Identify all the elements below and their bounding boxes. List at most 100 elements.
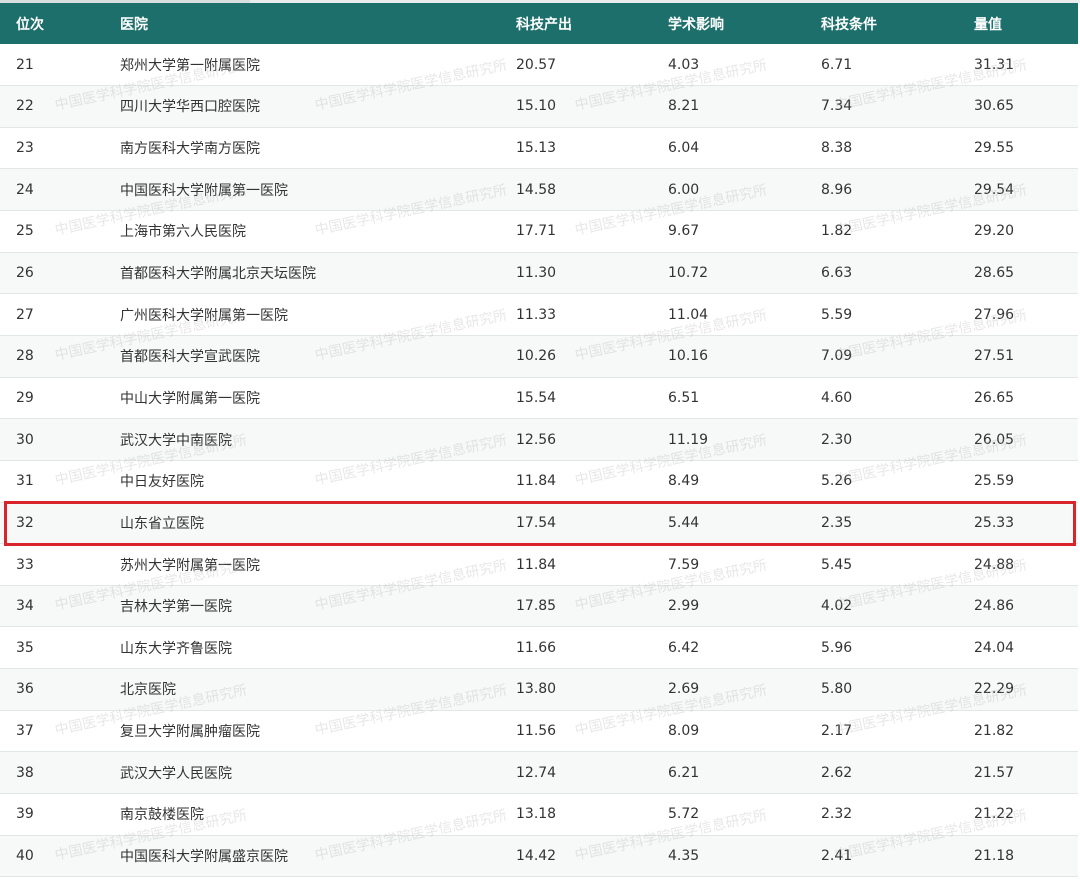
- cell-score: 24.88: [974, 556, 1015, 573]
- cell-score: 21.22: [974, 806, 1015, 823]
- cell-academic-impact: 11.19: [668, 431, 709, 448]
- header-sci-output: 科技产出: [516, 16, 572, 33]
- cell-score: 30.65: [974, 98, 1015, 115]
- table-row: 26 首都医科大学附属北京天坛医院 11.30 10.72 6.63 28.65: [0, 252, 1078, 294]
- table-row: 36 北京医院 13.80 2.69 5.80 22.29: [0, 668, 1078, 711]
- cell-sci-conditions: 2.35: [821, 514, 853, 531]
- cell-hospital: 中山大学附属第一医院: [120, 390, 260, 407]
- table-row: 33 苏州大学附属第一医院 11.84 7.59 5.45 24.88: [0, 544, 1078, 586]
- table-row: 34 吉林大学第一医院 17.85 2.99 4.02 24.86: [0, 585, 1078, 627]
- cell-sci-conditions: 2.30: [821, 431, 853, 448]
- cell-sci-conditions: 5.80: [821, 681, 853, 698]
- cell-hospital: 中日友好医院: [120, 474, 204, 491]
- cell-hospital: 北京医院: [120, 682, 176, 699]
- cell-hospital: 首都医科大学附属北京天坛医院: [120, 266, 316, 283]
- cell-sci-conditions: 4.60: [821, 389, 853, 406]
- cell-score: 24.04: [974, 639, 1015, 656]
- cell-rank: 28: [16, 348, 34, 365]
- cell-sci-output: 14.58: [516, 181, 557, 198]
- cell-sci-conditions: 5.45: [821, 556, 853, 573]
- cell-sci-output: 13.18: [516, 806, 557, 823]
- cell-hospital: 上海市第六人民医院: [120, 224, 246, 241]
- cell-rank: 39: [16, 806, 34, 823]
- cell-score: 24.86: [974, 598, 1015, 615]
- cell-sci-output: 12.56: [516, 431, 557, 448]
- cell-sci-conditions: 7.34: [821, 98, 853, 115]
- cell-score: 27.51: [974, 348, 1015, 365]
- cell-academic-impact: 6.00: [668, 181, 700, 198]
- table-row: 29 中山大学附属第一医院 15.54 6.51 4.60 26.65: [0, 377, 1078, 419]
- cell-score: 21.18: [974, 847, 1015, 864]
- cell-sci-output: 17.71: [516, 223, 557, 240]
- cell-academic-impact: 4.03: [668, 56, 700, 73]
- cell-score: 26.65: [974, 389, 1015, 406]
- cell-academic-impact: 8.09: [668, 723, 700, 740]
- cell-rank: 33: [16, 556, 34, 573]
- cell-sci-output: 11.66: [516, 639, 557, 656]
- table-row: 22 四川大学华西口腔医院 15.10 8.21 7.34 30.65: [0, 85, 1078, 128]
- cell-sci-output: 10.26: [516, 348, 557, 365]
- cell-hospital: 广州医科大学附属第一医院: [120, 307, 288, 324]
- cell-hospital: 复旦大学附属肿瘤医院: [120, 724, 260, 741]
- table-row: 37 复旦大学附属肿瘤医院 11.56 8.09 2.17 21.82: [0, 710, 1078, 752]
- cell-sci-conditions: 4.02: [821, 598, 853, 615]
- cell-hospital: 山东省立医院: [120, 515, 204, 532]
- cell-score: 25.59: [974, 473, 1015, 490]
- table-row: 31 中日友好医院 11.84 8.49 5.26 25.59: [0, 460, 1078, 503]
- table-row: 35 山东大学齐鲁医院 11.66 6.42 5.96 24.04: [0, 627, 1078, 669]
- cell-academic-impact: 5.72: [668, 806, 700, 823]
- cell-hospital: 南方医科大学南方医院: [120, 141, 260, 158]
- header-sci-conditions: 科技条件: [821, 16, 877, 33]
- cell-score: 29.54: [974, 181, 1015, 198]
- cell-academic-impact: 6.51: [668, 389, 700, 406]
- cell-hospital: 武汉大学人民医院: [120, 765, 232, 782]
- cell-rank: 29: [16, 389, 34, 406]
- table-row: 40 中国医科大学附属盛京医院 14.42 4.35 2.41 21.18: [0, 835, 1078, 877]
- cell-sci-conditions: 2.32: [821, 806, 853, 823]
- cell-rank: 26: [16, 265, 34, 282]
- cell-score: 21.82: [974, 723, 1015, 740]
- cell-sci-conditions: 5.26: [821, 473, 853, 490]
- cell-score: 31.31: [974, 56, 1015, 73]
- cell-academic-impact: 5.44: [668, 514, 700, 531]
- cell-rank: 27: [16, 306, 34, 323]
- cell-sci-output: 11.84: [516, 473, 557, 490]
- table-row: 30 武汉大学中南医院 12.56 11.19 2.30 26.05: [0, 418, 1078, 461]
- cell-academic-impact: 7.59: [668, 556, 700, 573]
- cell-score: 29.20: [974, 223, 1015, 240]
- table-row: 28 首都医科大学宣武医院 10.26 10.16 7.09 27.51: [0, 335, 1078, 378]
- table-row: 21 郑州大学第一附属医院 20.57 4.03 6.71 31.31: [0, 44, 1078, 86]
- table-header: 位次 医院 科技产出 学术影响 科技条件 量值: [0, 3, 1078, 44]
- cell-rank: 32: [16, 514, 34, 531]
- cell-sci-output: 12.74: [516, 764, 557, 781]
- table-row: 24 中国医科大学附属第一医院 14.58 6.00 8.96 29.54: [0, 168, 1078, 211]
- cell-hospital: 苏州大学附属第一医院: [120, 557, 260, 574]
- cell-hospital: 武汉大学中南医院: [120, 432, 232, 449]
- cell-sci-output: 11.30: [516, 265, 557, 282]
- cell-hospital: 首都医科大学宣武医院: [120, 349, 260, 366]
- cell-rank: 37: [16, 723, 34, 740]
- cell-sci-conditions: 2.41: [821, 847, 853, 864]
- cell-rank: 34: [16, 598, 34, 615]
- cell-academic-impact: 6.42: [668, 639, 700, 656]
- cell-sci-conditions: 2.62: [821, 764, 853, 781]
- cell-academic-impact: 4.35: [668, 847, 700, 864]
- table-row: 27 广州医科大学附属第一医院 11.33 11.04 5.59 27.96: [0, 294, 1078, 336]
- cell-sci-output: 15.54: [516, 389, 557, 406]
- cell-sci-conditions: 2.17: [821, 723, 853, 740]
- cell-sci-conditions: 5.59: [821, 306, 853, 323]
- cell-sci-conditions: 5.96: [821, 639, 853, 656]
- cell-rank: 40: [16, 847, 34, 864]
- header-hospital: 医院: [120, 16, 148, 33]
- cell-academic-impact: 6.04: [668, 140, 700, 157]
- cell-rank: 22: [16, 98, 34, 115]
- cell-score: 22.29: [974, 681, 1015, 698]
- cell-rank: 25: [16, 223, 34, 240]
- cell-rank: 24: [16, 181, 34, 198]
- cell-academic-impact: 10.72: [668, 265, 709, 282]
- ranking-table: 位次 医院 科技产出 学术影响 科技条件 量值 21 郑州大学第一附属医院 20.5…: [0, 3, 1078, 877]
- cell-sci-output: 17.54: [516, 514, 557, 531]
- table-row: 38 武汉大学人民医院 12.74 6.21 2.62 21.57: [0, 751, 1078, 794]
- cell-hospital: 中国医科大学附属盛京医院: [120, 848, 288, 865]
- cell-rank: 36: [16, 681, 34, 698]
